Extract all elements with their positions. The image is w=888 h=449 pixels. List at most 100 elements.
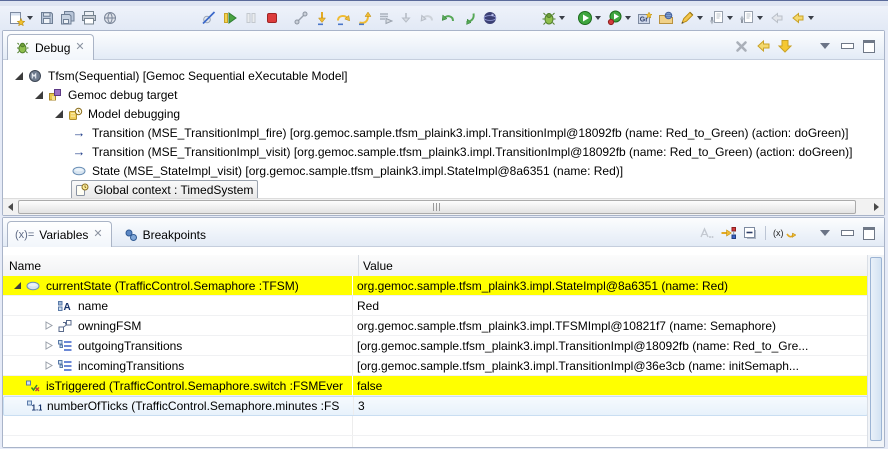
variable-value: false xyxy=(352,376,868,395)
debug-button[interactable] xyxy=(538,7,559,29)
watch-expression-icon[interactable]: (x) xyxy=(772,224,798,242)
view-menu-icon[interactable] xyxy=(816,37,834,55)
breakpoints-tab-label: Breakpoints xyxy=(143,228,206,242)
expander-closed-icon[interactable] xyxy=(41,358,57,374)
tab-debug[interactable]: Debug ✕ xyxy=(7,34,94,60)
launch-model-icon xyxy=(27,68,43,84)
minimize-icon[interactable] xyxy=(838,224,856,242)
open-model-folder-button[interactable] xyxy=(655,7,676,29)
step-into-button[interactable] xyxy=(311,7,332,29)
scroll-right-icon[interactable] xyxy=(869,200,884,215)
save-button[interactable] xyxy=(36,7,57,29)
stack-frame-arrow-icon: → xyxy=(71,125,87,140)
run-to-line-button[interactable] xyxy=(374,7,395,29)
scroll-left-icon[interactable] xyxy=(3,200,18,215)
variables-view-toolbar: (x) xyxy=(697,224,884,246)
last-edit-location-button[interactable] xyxy=(706,7,727,29)
disconnect-button[interactable] xyxy=(290,7,311,29)
save-all-button[interactable] xyxy=(57,7,78,29)
expander-closed-icon[interactable] xyxy=(41,338,57,354)
expander-open-icon[interactable] xyxy=(31,87,47,103)
tree-row-launch[interactable]: Tfsm(Sequential) [Gemoc Sequential eXecu… xyxy=(3,66,884,85)
tree-label: Transition (MSE_TransitionImpl_fire) [or… xyxy=(92,126,849,140)
selected-frame-box[interactable]: Global context : TimedSystem xyxy=(71,180,258,200)
variable-row-currentState[interactable]: currentState (TrafficControl.Semaphore :… xyxy=(3,276,868,296)
expander-open-icon[interactable] xyxy=(11,68,27,84)
show-logical-structures-icon[interactable] xyxy=(719,224,737,242)
variables-vertical-scrollbar[interactable] xyxy=(867,255,884,447)
svg-text:1.1: 1.1 xyxy=(32,404,43,413)
maximize-icon[interactable] xyxy=(860,37,878,55)
terminate-button[interactable] xyxy=(261,7,282,29)
maximize-icon[interactable] xyxy=(860,224,878,242)
step-back-into-button[interactable] xyxy=(458,7,479,29)
resume-button[interactable] xyxy=(219,7,240,29)
variable-row-owningFSM[interactable]: owningFSM org.gemoc.sample.tfsm_plaink3.… xyxy=(3,316,868,336)
new-wizard-button[interactable] xyxy=(6,7,27,29)
scrollbar-thumb[interactable] xyxy=(870,257,882,441)
tree-label: Transition (MSE_TransitionImpl_visit) [o… xyxy=(92,145,853,159)
step-over-button[interactable] xyxy=(332,7,353,29)
animation-engine-icon[interactable] xyxy=(479,7,500,29)
tree-row-state-visit[interactable]: State (MSE_StateImpl_visit) [org.gemoc.s… xyxy=(3,161,884,180)
collapse-all-icon[interactable] xyxy=(741,224,759,242)
variable-row-isTriggered[interactable]: isTriggered (TrafficControl.Semaphore.sw… xyxy=(3,376,868,396)
run-dropdown[interactable] xyxy=(595,16,601,20)
step-back-over-button[interactable] xyxy=(416,7,437,29)
back-disabled-button[interactable] xyxy=(766,7,787,29)
coverage-dropdown[interactable] xyxy=(625,16,631,20)
scrollbar-thumb[interactable] xyxy=(18,200,856,214)
next-edit-dropdown[interactable] xyxy=(757,16,763,20)
tree-row-model-debugging[interactable]: Model debugging xyxy=(3,104,884,123)
close-icon[interactable]: ✕ xyxy=(93,229,102,240)
highlighter-button[interactable] xyxy=(676,7,697,29)
debug-horizontal-scrollbar[interactable] xyxy=(3,198,884,215)
last-edit-dropdown[interactable] xyxy=(727,16,733,20)
column-header-value[interactable]: Value xyxy=(358,255,884,276)
thread-icon xyxy=(67,106,83,122)
numeric-attribute-icon: 1.1 xyxy=(26,398,42,414)
next-edit-location-button[interactable] xyxy=(736,7,757,29)
step-backward-yellow-button[interactable] xyxy=(754,37,772,55)
tree-row-transition-fire[interactable]: → Transition (MSE_TransitionImpl_fire) [… xyxy=(3,123,884,142)
variable-value: 3 xyxy=(353,397,867,415)
highlighter-dropdown[interactable] xyxy=(697,16,703,20)
close-icon[interactable]: ✕ xyxy=(75,42,84,53)
step-forward-yellow-button[interactable] xyxy=(776,37,794,55)
variable-row-incomingTransitions[interactable]: incomingTransitions [org.gemoc.sample.tf… xyxy=(3,356,868,376)
variable-value: [org.gemoc.sample.tfsm_plaink3.impl.Tran… xyxy=(352,356,868,375)
back-button[interactable] xyxy=(787,7,808,29)
expander-open-icon[interactable] xyxy=(51,106,67,122)
run-button[interactable] xyxy=(574,7,595,29)
coverage-button[interactable] xyxy=(604,7,625,29)
variable-row-name[interactable]: A name Red xyxy=(3,296,868,316)
external-tools-icon[interactable] xyxy=(99,7,120,29)
show-type-names-icon[interactable] xyxy=(697,224,715,242)
column-header-name[interactable]: Name xyxy=(3,255,358,276)
tree-row-debug-target[interactable]: Gemoc debug target xyxy=(3,85,884,104)
suspend-button[interactable] xyxy=(240,7,261,29)
tab-variables[interactable]: (x)= Variables ✕ xyxy=(7,221,112,247)
variable-value: Red xyxy=(352,296,868,315)
view-menu-icon[interactable] xyxy=(816,224,834,242)
tree-row-global-context[interactable]: Global context : TimedSystem xyxy=(3,180,884,199)
back-dropdown[interactable] xyxy=(808,16,814,20)
variables-icon: (x)= xyxy=(15,229,34,241)
new-wizard-dropdown[interactable] xyxy=(27,16,33,20)
step-return-button[interactable] xyxy=(353,7,374,29)
debug-dropdown[interactable] xyxy=(559,16,565,20)
print-button[interactable] xyxy=(78,7,99,29)
variable-row-numberOfTicks[interactable]: 1.1 numberOfTicks (TrafficControl.Semaph… xyxy=(3,396,868,416)
new-gemoc-wizard-button[interactable]: Gr xyxy=(634,7,655,29)
minimize-icon[interactable] xyxy=(838,37,856,55)
step-backward-button[interactable] xyxy=(437,7,458,29)
tree-row-transition-visit[interactable]: → Transition (MSE_TransitionImpl_visit) … xyxy=(3,142,884,161)
expander-spacer xyxy=(41,298,57,314)
skip-all-breakpoints-button[interactable] xyxy=(198,7,219,29)
tab-breakpoints[interactable]: Breakpoints xyxy=(116,221,215,247)
remove-all-terminated-button[interactable] xyxy=(732,37,750,55)
expander-open-icon[interactable] xyxy=(9,278,25,294)
expander-closed-icon[interactable] xyxy=(41,318,57,334)
drop-to-frame-button[interactable] xyxy=(395,7,416,29)
variable-row-outgoingTransitions[interactable]: outgoingTransitions [org.gemoc.sample.tf… xyxy=(3,336,868,356)
